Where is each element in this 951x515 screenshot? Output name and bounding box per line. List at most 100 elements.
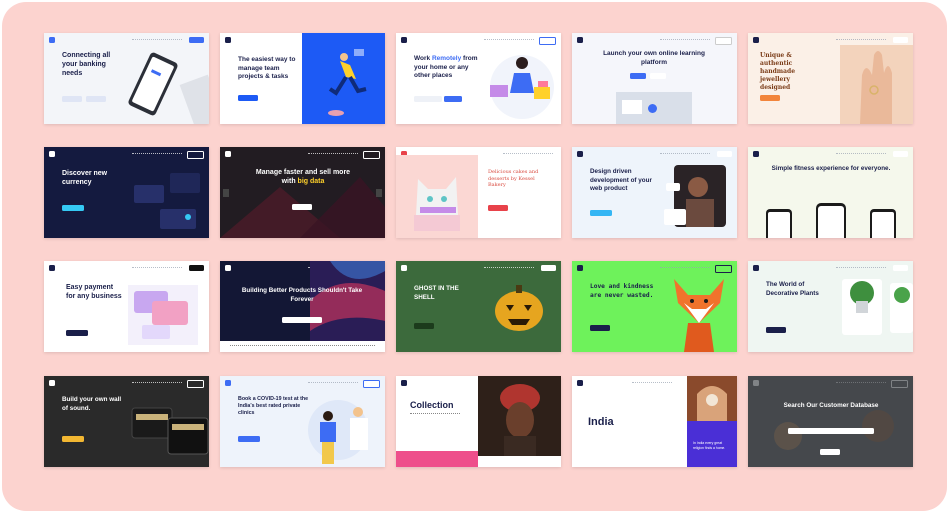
cta-button[interactable] [590,210,612,216]
template-card-team-projects[interactable]: The easiest way to manage team projects … [220,33,385,124]
nav-links [660,39,710,42]
nav-button[interactable] [893,265,908,271]
nav-button[interactable] [893,37,908,43]
search-input[interactable] [788,428,874,434]
template-card-collection[interactable]: Collection [396,376,561,467]
plant-cards-illustration [842,279,913,335]
logo-icon [401,380,407,386]
nav-links [836,267,886,270]
email-input[interactable] [282,317,322,323]
pink-banner [396,451,478,467]
template-card-better-products[interactable]: Building Better Products Shouldn't Take … [220,261,385,352]
subheading [410,413,460,420]
cta-button[interactable] [488,205,508,211]
card-nav [401,265,556,273]
phone-screens [766,203,896,238]
template-card-jewellery[interactable]: Unique & authentic handmade jewellery de… [748,33,913,124]
nav-button[interactable] [363,380,380,388]
fox-illustration [674,279,724,352]
card-headline: Search Our Customer Database [783,402,879,409]
cta-button[interactable] [62,205,84,211]
nav-links [308,382,358,385]
cta-button[interactable] [238,436,260,442]
covid-test-illustration [308,400,368,464]
nav-button[interactable] [187,380,204,388]
nav-button[interactable] [187,151,204,159]
nav-links [836,39,886,42]
template-card-fitness[interactable]: Simple fitness experience for everyone. [748,147,913,238]
cta-button[interactable] [590,325,610,331]
logo-icon [753,37,759,43]
cta-button-secondary[interactable] [86,96,106,102]
nav-button[interactable] [541,265,556,271]
cta-button[interactable] [630,73,646,79]
prev-arrow-icon[interactable] [223,189,229,197]
pumpkin-illustration [495,285,543,331]
template-card-love-kindness[interactable]: Love and kindness are never wasted. [572,261,737,352]
card-headline: Love and kindness are never wasted. [590,283,654,299]
nav-links [632,382,672,385]
cta-button[interactable] [238,95,258,101]
cta-button[interactable] [444,96,462,102]
nav-button[interactable] [893,151,908,157]
template-card-banking[interactable]: Connecting all your banking needs [44,33,209,124]
tagline-panel: In India every great religion finds a ho… [687,421,737,467]
template-card-work-remotely[interactable]: Work Remotely from your home or any othe… [396,33,561,124]
nav-button[interactable] [715,265,732,273]
cta-button[interactable] [62,436,84,442]
template-card-ghost[interactable]: GHOST IN THE SHELL [396,261,561,352]
template-card-sound[interactable]: Build your own wall of sound. [44,376,209,467]
headline-part: Work [414,55,432,62]
template-card-customer-db[interactable]: Search Our Customer Database [748,376,913,467]
template-card-cakes[interactable]: Delicious cakes and desserts by Kessel B… [396,147,561,238]
nav-button[interactable] [717,151,732,157]
next-arrow-icon[interactable] [376,189,382,197]
template-card-web-product[interactable]: Design driven development of your web pr… [572,147,737,238]
play-icon[interactable] [648,104,657,113]
logo-icon [225,380,231,386]
cta-button[interactable] [766,327,786,333]
logo-icon [225,265,231,271]
template-card-learning-platform[interactable]: Launch your own online learning platform [572,33,737,124]
cta-button[interactable] [66,330,88,336]
email-input[interactable] [414,96,442,102]
logo-icon [401,265,407,271]
cta-button[interactable] [414,323,434,329]
cta-button[interactable] [760,95,780,101]
nav-button[interactable] [189,265,204,271]
card-headline: Building Better Products Shouldn't Take … [241,287,363,303]
nav-links [503,153,553,156]
card-headline: Discover new currency [62,170,108,186]
template-card-payment[interactable]: Easy payment for any business [44,261,209,352]
template-card-covid[interactable]: Book a COVID-19 test at the India's best… [220,376,385,467]
cta-button[interactable] [292,204,312,210]
nav-links [484,267,534,270]
card-headline: Book a COVID-19 test at the India's best… [238,396,309,416]
remote-worker-illustration [490,55,554,119]
template-card-currency[interactable]: Discover new currency [44,147,209,238]
template-card-india[interactable]: India In India every great religion find… [572,376,737,467]
headline-accent: Remotely [431,55,462,62]
nav-links [660,153,710,156]
template-card-plants[interactable]: The World of Decorative Plants [748,261,913,352]
cat-cake-image [396,155,478,238]
cta-button[interactable] [62,96,82,102]
data-network-background [220,177,385,238]
video-thumbnail[interactable] [616,92,692,124]
tagline-text: In India every great religion finds a ho… [693,441,726,450]
card-headline: Manage faster and sell more with big dat… [252,168,354,186]
phone-illustration [128,52,209,124]
amplifier-illustration [131,407,209,455]
nav-button[interactable] [715,37,732,45]
nav-links [132,382,182,385]
template-card-big-data[interactable]: Manage faster and sell more with big dat… [220,147,385,238]
search-button[interactable] [820,449,840,455]
person-photo [664,165,726,227]
logo-icon [753,151,759,157]
logo-icon [577,37,583,43]
card-nav [753,265,908,273]
cta-button-secondary[interactable] [650,73,666,79]
portrait-photo [478,376,561,456]
taj-mahal-photo [687,376,737,421]
card-headline: The World of Decorative Plants [766,281,819,297]
